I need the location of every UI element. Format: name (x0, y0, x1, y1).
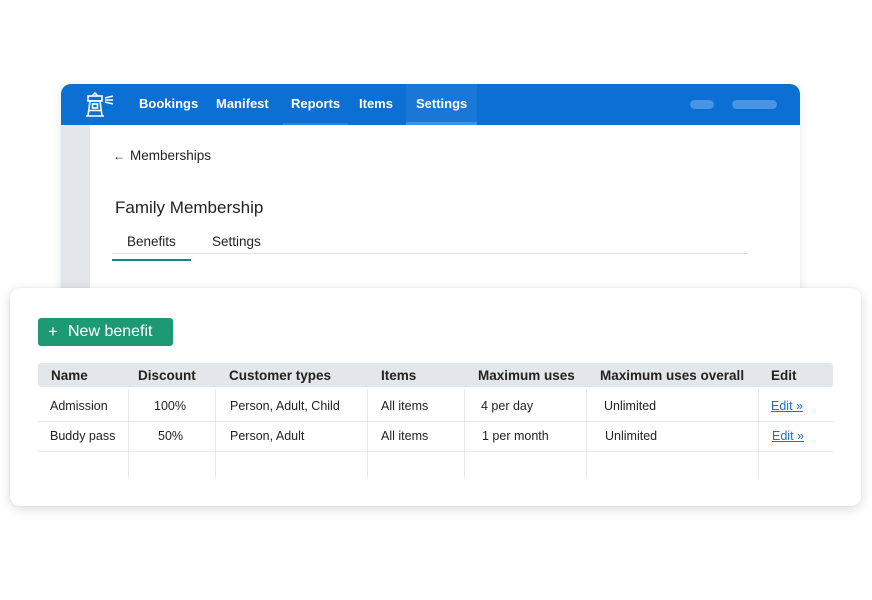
back-arrow-icon: ← (113, 149, 125, 163)
edit-link[interactable]: Edit » (772, 421, 804, 451)
new-benefit-label: New benefit (68, 323, 153, 340)
table-row-empty (38, 452, 833, 477)
table-header: Name Discount Customer types Items Maxim… (38, 363, 833, 387)
new-benefit-button[interactable]: + New benefit (38, 318, 173, 346)
column-divider (586, 389, 587, 478)
plus-icon: + (48, 322, 58, 341)
back-link-label: Memberships (130, 148, 212, 163)
cell-maximum-uses: 4 per day (481, 399, 534, 413)
cell-customer-types: Person, Adult (230, 429, 305, 443)
cell-items: All items (381, 429, 429, 443)
cell-maximum-uses: 1 per month (482, 429, 549, 443)
tab-benefits[interactable]: Benefits (112, 234, 191, 261)
column-divider (128, 389, 129, 478)
page-title: Family Membership (115, 198, 264, 217)
nav-bookings[interactable]: Bookings (131, 84, 206, 125)
column-divider (367, 389, 368, 478)
tabs-divider (112, 253, 748, 254)
column-header-items[interactable]: Items (381, 363, 416, 387)
column-header-name[interactable]: Name (51, 363, 88, 387)
column-header-maximum-uses[interactable]: Maximum uses (478, 363, 575, 387)
edit-link[interactable]: Edit » (771, 391, 803, 421)
nav-items[interactable]: Items (351, 84, 401, 125)
table-row: Buddy pass 50% Person, Adult All items 1… (38, 421, 833, 452)
cell-items: All items (381, 399, 429, 413)
column-divider (758, 389, 759, 478)
column-header-maximum-uses-overall[interactable]: Maximum uses overall (600, 363, 744, 387)
cell-name: Admission (50, 399, 108, 413)
nav-manifest[interactable]: Manifest (208, 84, 277, 125)
header-action-placeholder[interactable] (690, 100, 714, 109)
cell-name: Buddy pass (50, 429, 116, 443)
column-divider (215, 389, 216, 478)
column-header-edit: Edit (771, 368, 797, 383)
top-nav-bar: Bookings Manifest Reports Items Settings (61, 84, 800, 125)
benefits-card: + New benefit Name Discount Customer typ… (10, 288, 861, 506)
back-to-memberships-link[interactable]: ← Memberships (113, 148, 211, 163)
column-divider (464, 389, 465, 478)
user-menu-placeholder[interactable] (732, 100, 777, 109)
lighthouse-icon[interactable] (83, 92, 115, 118)
tab-settings[interactable]: Settings (212, 234, 261, 249)
cell-maximum-uses-overall: Unlimited (604, 399, 657, 413)
column-header-discount[interactable]: Discount (138, 363, 196, 387)
cell-discount: 50% (158, 429, 184, 443)
cell-maximum-uses-overall: Unlimited (605, 429, 658, 443)
table-row: Admission 100% Person, Adult, Child All … (38, 391, 833, 422)
cell-customer-types: Person, Adult, Child (230, 399, 340, 413)
nav-settings[interactable]: Settings (406, 84, 478, 125)
column-header-customer-types[interactable]: Customer types (229, 363, 331, 387)
nav-reports[interactable]: Reports (283, 84, 349, 125)
cell-discount: 100% (154, 399, 186, 413)
